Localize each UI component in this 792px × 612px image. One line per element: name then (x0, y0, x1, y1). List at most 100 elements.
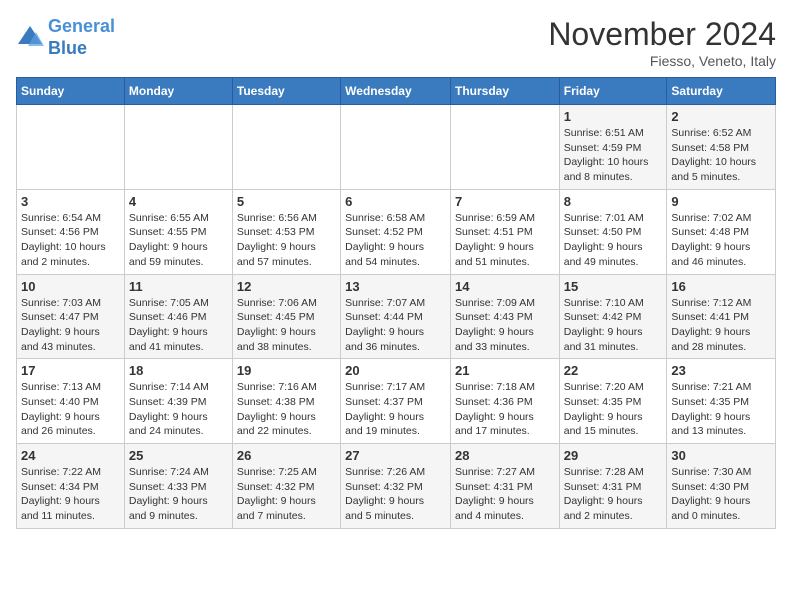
calendar-cell: 19 Sunrise: 7:16 AM Sunset: 4:38 PM Dayli… (232, 359, 340, 444)
day-number: 23 (671, 363, 771, 378)
day-number: 15 (564, 279, 663, 294)
day-number: 28 (455, 448, 555, 463)
day-number: 20 (345, 363, 446, 378)
logo-text: General Blue (48, 16, 115, 59)
day-info: Sunrise: 7:24 AM Sunset: 4:33 PM Dayligh… (129, 465, 228, 524)
calendar-cell: 24 Sunrise: 7:22 AM Sunset: 4:34 PM Dayli… (17, 444, 125, 529)
calendar-week-1: 1 Sunrise: 6:51 AM Sunset: 4:59 PM Daylig… (17, 105, 776, 190)
weekday-header-tuesday: Tuesday (232, 78, 340, 105)
day-number: 6 (345, 194, 446, 209)
weekday-header-sunday: Sunday (17, 78, 125, 105)
day-number: 22 (564, 363, 663, 378)
calendar-cell: 21Sunrise: 7:18 AM Sunset: 4:36 PM Dayli… (450, 359, 559, 444)
day-info: Sunrise: 7:30 AM Sunset: 4:30 PM Dayligh… (671, 465, 771, 524)
calendar-cell: 17 Sunrise: 7:13 AM Sunset: 4:40 PM Dayli… (17, 359, 125, 444)
day-info: Sunrise: 7:20 AM Sunset: 4:35 PM Dayligh… (564, 380, 663, 439)
day-number: 24 (21, 448, 120, 463)
day-info: Sunrise: 7:14 AM Sunset: 4:39 PM Dayligh… (129, 380, 228, 439)
calendar-cell: 11 Sunrise: 7:05 AM Sunset: 4:46 PM Dayli… (124, 274, 232, 359)
day-number: 13 (345, 279, 446, 294)
calendar-week-2: 3 Sunrise: 6:54 AM Sunset: 4:56 PM Daylig… (17, 189, 776, 274)
day-info: Sunrise: 6:54 AM Sunset: 4:56 PM Dayligh… (21, 211, 120, 270)
logo: General Blue (16, 16, 115, 59)
day-info: Sunrise: 7:02 AM Sunset: 4:48 PM Dayligh… (671, 211, 771, 270)
day-info: Sunrise: 7:10 AM Sunset: 4:42 PM Dayligh… (564, 296, 663, 355)
day-number: 3 (21, 194, 120, 209)
calendar-cell: 8 Sunrise: 7:01 AM Sunset: 4:50 PM Daylig… (559, 189, 667, 274)
day-info: Sunrise: 7:17 AM Sunset: 4:37 PM Dayligh… (345, 380, 446, 439)
calendar-cell: 10 Sunrise: 7:03 AM Sunset: 4:47 PM Dayli… (17, 274, 125, 359)
day-info: Sunrise: 7:05 AM Sunset: 4:46 PM Dayligh… (129, 296, 228, 355)
calendar-cell: 30 Sunrise: 7:30 AM Sunset: 4:30 PM Dayli… (667, 444, 776, 529)
day-info: Sunrise: 7:07 AM Sunset: 4:44 PM Dayligh… (345, 296, 446, 355)
calendar-week-4: 17 Sunrise: 7:13 AM Sunset: 4:40 PM Dayli… (17, 359, 776, 444)
weekday-header-friday: Friday (559, 78, 667, 105)
day-info: Sunrise: 6:51 AM Sunset: 4:59 PM Dayligh… (564, 126, 663, 185)
calendar-cell (232, 105, 340, 190)
calendar-cell: 7 Sunrise: 6:59 AM Sunset: 4:51 PM Daylig… (450, 189, 559, 274)
page-header: General Blue November 2024 Fiesso, Venet… (16, 16, 776, 69)
day-info: Sunrise: 7:28 AM Sunset: 4:31 PM Dayligh… (564, 465, 663, 524)
calendar-cell: 18 Sunrise: 7:14 AM Sunset: 4:39 PM Dayli… (124, 359, 232, 444)
calendar-cell: 2Sunrise: 6:52 AM Sunset: 4:58 PM Daylig… (667, 105, 776, 190)
day-info: Sunrise: 7:06 AM Sunset: 4:45 PM Dayligh… (237, 296, 336, 355)
calendar-cell: 12 Sunrise: 7:06 AM Sunset: 4:45 PM Dayli… (232, 274, 340, 359)
calendar-cell: 27 Sunrise: 7:26 AM Sunset: 4:32 PM Dayli… (341, 444, 451, 529)
calendar-cell: 1 Sunrise: 6:51 AM Sunset: 4:59 PM Daylig… (559, 105, 667, 190)
calendar-week-5: 24 Sunrise: 7:22 AM Sunset: 4:34 PM Dayli… (17, 444, 776, 529)
calendar-cell: 9 Sunrise: 7:02 AM Sunset: 4:48 PM Daylig… (667, 189, 776, 274)
month-title: November 2024 (548, 16, 776, 53)
calendar-cell: 26Sunrise: 7:25 AM Sunset: 4:32 PM Dayli… (232, 444, 340, 529)
day-info: Sunrise: 6:59 AM Sunset: 4:51 PM Dayligh… (455, 211, 555, 270)
weekday-header-monday: Monday (124, 78, 232, 105)
day-info: Sunrise: 7:09 AM Sunset: 4:43 PM Dayligh… (455, 296, 555, 355)
day-info: Sunrise: 7:03 AM Sunset: 4:47 PM Dayligh… (21, 296, 120, 355)
calendar-cell (450, 105, 559, 190)
day-info: Sunrise: 7:13 AM Sunset: 4:40 PM Dayligh… (21, 380, 120, 439)
calendar-cell: 15 Sunrise: 7:10 AM Sunset: 4:42 PM Dayli… (559, 274, 667, 359)
day-info: Sunrise: 7:26 AM Sunset: 4:32 PM Dayligh… (345, 465, 446, 524)
calendar-week-3: 10 Sunrise: 7:03 AM Sunset: 4:47 PM Dayli… (17, 274, 776, 359)
day-number: 8 (564, 194, 663, 209)
day-info: Sunrise: 7:12 AM Sunset: 4:41 PM Dayligh… (671, 296, 771, 355)
day-number: 10 (21, 279, 120, 294)
day-info: Sunrise: 6:58 AM Sunset: 4:52 PM Dayligh… (345, 211, 446, 270)
calendar-cell: 25Sunrise: 7:24 AM Sunset: 4:33 PM Dayli… (124, 444, 232, 529)
day-number: 9 (671, 194, 771, 209)
logo-line1: General (48, 16, 115, 36)
logo-line2: Blue (48, 38, 87, 58)
calendar-body: 1 Sunrise: 6:51 AM Sunset: 4:59 PM Daylig… (17, 105, 776, 529)
day-number: 1 (564, 109, 663, 124)
day-info: Sunrise: 7:21 AM Sunset: 4:35 PM Dayligh… (671, 380, 771, 439)
day-number: 27 (345, 448, 446, 463)
day-info: Sunrise: 7:01 AM Sunset: 4:50 PM Dayligh… (564, 211, 663, 270)
calendar-cell: 5Sunrise: 6:56 AM Sunset: 4:53 PM Daylig… (232, 189, 340, 274)
day-number: 18 (129, 363, 228, 378)
day-info: Sunrise: 7:22 AM Sunset: 4:34 PM Dayligh… (21, 465, 120, 524)
calendar-cell: 4 Sunrise: 6:55 AM Sunset: 4:55 PM Daylig… (124, 189, 232, 274)
day-number: 7 (455, 194, 555, 209)
calendar-cell: 6 Sunrise: 6:58 AM Sunset: 4:52 PM Daylig… (341, 189, 451, 274)
day-number: 2 (671, 109, 771, 124)
day-number: 14 (455, 279, 555, 294)
day-info: Sunrise: 7:27 AM Sunset: 4:31 PM Dayligh… (455, 465, 555, 524)
calendar-header: SundayMondayTuesdayWednesdayThursdayFrid… (17, 78, 776, 105)
calendar-cell: 23 Sunrise: 7:21 AM Sunset: 4:35 PM Dayli… (667, 359, 776, 444)
calendar-cell: 28 Sunrise: 7:27 AM Sunset: 4:31 PM Dayli… (450, 444, 559, 529)
day-number: 11 (129, 279, 228, 294)
calendar-cell: 13 Sunrise: 7:07 AM Sunset: 4:44 PM Dayli… (341, 274, 451, 359)
logo-icon (16, 24, 44, 52)
day-number: 12 (237, 279, 336, 294)
calendar-cell: 29Sunrise: 7:28 AM Sunset: 4:31 PM Dayli… (559, 444, 667, 529)
weekday-header-thursday: Thursday (450, 78, 559, 105)
day-number: 4 (129, 194, 228, 209)
day-info: Sunrise: 7:18 AM Sunset: 4:36 PM Dayligh… (455, 380, 555, 439)
day-number: 5 (237, 194, 336, 209)
day-info: Sunrise: 7:16 AM Sunset: 4:38 PM Dayligh… (237, 380, 336, 439)
calendar-cell: 16 Sunrise: 7:12 AM Sunset: 4:41 PM Dayli… (667, 274, 776, 359)
day-number: 16 (671, 279, 771, 294)
day-number: 17 (21, 363, 120, 378)
day-number: 30 (671, 448, 771, 463)
day-info: Sunrise: 6:55 AM Sunset: 4:55 PM Dayligh… (129, 211, 228, 270)
day-number: 19 (237, 363, 336, 378)
